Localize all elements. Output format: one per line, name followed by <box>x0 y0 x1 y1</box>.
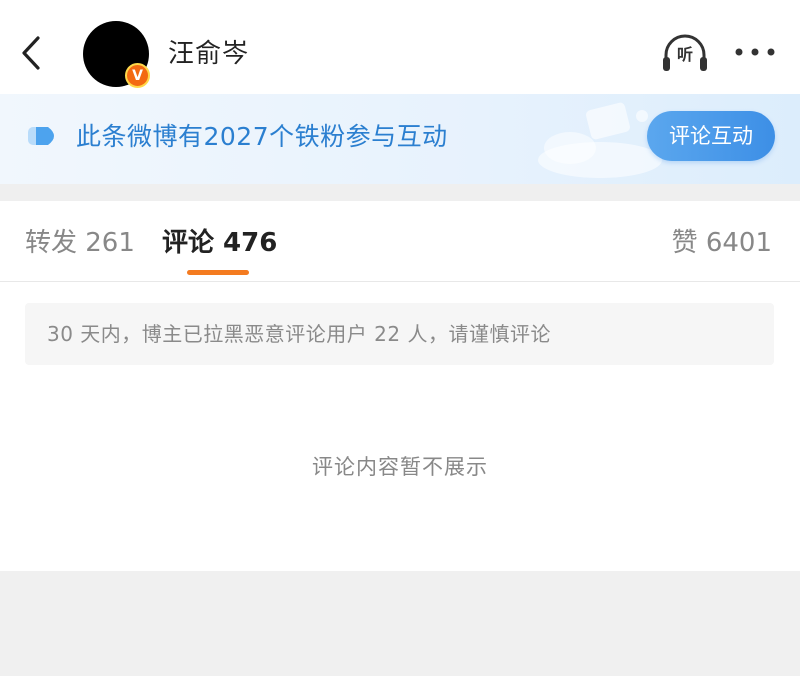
verified-icon: V <box>125 63 150 88</box>
back-button[interactable] <box>14 30 50 76</box>
chevron-left-icon <box>22 36 40 70</box>
tab-repost[interactable]: 转发 261 <box>25 226 135 260</box>
interaction-panel: 转发 261 评论 476 赞 6401 30 天内，博主已拉黑恶意评论用户 2… <box>0 201 800 571</box>
fan-interaction-banner[interactable]: 此条微博有2027个铁粉参与互动 评论互动 <box>0 94 800 184</box>
comment-interact-button[interactable]: 评论互动 <box>647 111 775 161</box>
empty-comments-message: 评论内容暂不展示 <box>312 455 488 479</box>
section-separator <box>0 184 800 201</box>
tab-like[interactable]: 赞 6401 <box>672 226 772 260</box>
more-dots-icon <box>735 48 775 56</box>
block-notice: 30 天内，博主已拉黑恶意评论用户 22 人，请谨慎评论 <box>25 303 774 365</box>
more-button[interactable] <box>734 44 776 60</box>
active-tab-indicator <box>187 270 249 275</box>
listen-label: 听 <box>676 45 693 64</box>
author-name[interactable]: 汪俞岑 <box>168 38 249 70</box>
tab-comment[interactable]: 评论 476 <box>162 226 277 260</box>
listen-button[interactable]: 听 <box>660 31 710 75</box>
top-bar: V 汪俞岑 听 <box>0 0 800 94</box>
banner-text: 此条微博有2027个铁粉参与互动 <box>76 122 448 151</box>
divider <box>0 281 800 282</box>
notice-text: 30 天内，博主已拉黑恶意评论用户 22 人，请谨慎评论 <box>47 322 551 346</box>
fan-badge-icon <box>28 127 54 145</box>
weibo-comment-page: V 汪俞岑 听 此条微博有2027个铁粉参与互动 评论互动 转发 261 评论 … <box>0 0 800 676</box>
